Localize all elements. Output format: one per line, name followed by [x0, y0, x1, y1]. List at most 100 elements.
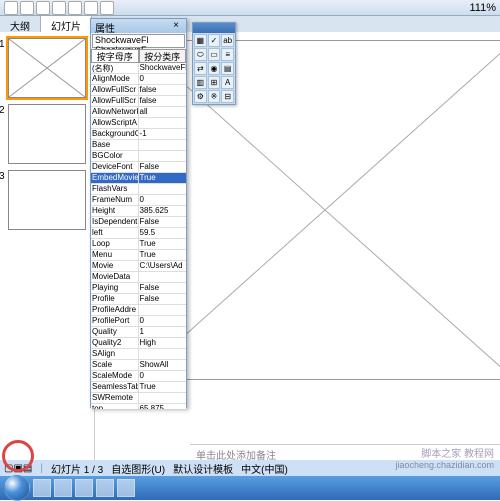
taskbar-icon[interactable]: [33, 479, 51, 497]
object-selector[interactable]: ShockwaveFl ShockwaveF: [92, 34, 185, 48]
property-value[interactable]: True: [139, 382, 187, 392]
control-button[interactable]: A: [221, 76, 234, 89]
close-icon[interactable]: ×: [170, 20, 182, 32]
property-row[interactable]: PlayingFalse: [91, 283, 186, 294]
taskbar-icon[interactable]: [96, 479, 114, 497]
property-value[interactable]: True: [139, 173, 187, 183]
property-row[interactable]: SAlign: [91, 349, 186, 360]
control-button[interactable]: ▥: [194, 76, 207, 89]
property-value[interactable]: [139, 118, 187, 128]
property-value[interactable]: 59.5: [139, 228, 187, 238]
property-value[interactable]: False: [139, 283, 187, 293]
property-value[interactable]: all: [139, 107, 187, 117]
tab-alphabetic[interactable]: 按字母序: [91, 49, 139, 63]
taskbar-icon[interactable]: [75, 479, 93, 497]
property-row[interactable]: ProfileAddre: [91, 305, 186, 316]
control-button[interactable]: ※: [208, 90, 221, 103]
property-row[interactable]: AllowScriptA: [91, 118, 186, 129]
property-row[interactable]: MenuTrue: [91, 250, 186, 261]
property-row[interactable]: (名称)ShockwaveFl: [91, 63, 186, 74]
property-row[interactable]: Height385.625: [91, 206, 186, 217]
property-value[interactable]: 0: [139, 195, 187, 205]
control-button[interactable]: ◉: [208, 62, 221, 75]
property-value[interactable]: -1: [139, 129, 187, 139]
property-row[interactable]: Quality2High: [91, 338, 186, 349]
property-value[interactable]: ShockwaveFl: [139, 63, 187, 73]
property-value[interactable]: 0: [139, 371, 187, 381]
control-button[interactable]: ⇄: [194, 62, 207, 75]
language[interactable]: 中文(中国): [241, 461, 288, 476]
control-toolbox[interactable]: ▦ ✓ ab ⬭ ▭ ≡ ⇄ ◉ ▤ ▥ ⊞ A ⚙ ※ ⊟: [192, 22, 236, 105]
property-value[interactable]: [139, 393, 187, 403]
property-row[interactable]: AllowFullScrfalse: [91, 96, 186, 107]
property-row[interactable]: AllowNetworkall: [91, 107, 186, 118]
thumbnail-2[interactable]: 2: [8, 104, 86, 164]
property-row[interactable]: SeamlessTabbTrue: [91, 382, 186, 393]
property-value[interactable]: 0: [139, 316, 187, 326]
property-row[interactable]: Base: [91, 140, 186, 151]
property-value[interactable]: C:\Users\Ad: [139, 261, 187, 271]
tab-outline[interactable]: 大纲: [0, 16, 41, 32]
control-button[interactable]: ⬭: [194, 48, 207, 61]
tool-icon[interactable]: [52, 1, 66, 15]
tab-slides[interactable]: 幻灯片: [41, 16, 92, 32]
tab-categorized[interactable]: 按分类序: [139, 49, 187, 63]
view-buttons[interactable]: ▢▣▤: [4, 463, 32, 474]
property-value[interactable]: False: [139, 162, 187, 172]
property-value[interactable]: ShowAll: [139, 360, 187, 370]
property-value[interactable]: [139, 349, 187, 359]
property-row[interactable]: LoopTrue: [91, 239, 186, 250]
property-row[interactable]: MovieC:\Users\Ad: [91, 261, 186, 272]
property-row[interactable]: ScaleMode0: [91, 371, 186, 382]
tool-icon[interactable]: [84, 1, 98, 15]
properties-grid[interactable]: (名称)ShockwaveFlAlignMode0AllowFullScrfal…: [91, 63, 186, 409]
properties-panel[interactable]: 属性 × ShockwaveFl ShockwaveF 按字母序 按分类序 (名…: [90, 18, 187, 408]
control-button[interactable]: ≡: [221, 48, 234, 61]
control-button[interactable]: ⊟: [221, 90, 234, 103]
tool-icon[interactable]: [100, 1, 114, 15]
property-row[interactable]: ProfileFalse: [91, 294, 186, 305]
property-row[interactable]: left59.5: [91, 228, 186, 239]
property-value[interactable]: [139, 184, 187, 194]
property-value[interactable]: True: [139, 239, 187, 249]
property-value[interactable]: false: [139, 96, 187, 106]
property-row[interactable]: BGColor: [91, 151, 186, 162]
start-button[interactable]: [4, 475, 30, 501]
property-value[interactable]: 0: [139, 74, 187, 84]
property-value[interactable]: 65.875: [139, 404, 187, 409]
property-value[interactable]: [139, 151, 187, 161]
property-value[interactable]: [139, 305, 187, 315]
control-button[interactable]: ✓: [208, 34, 221, 47]
control-button[interactable]: ▦: [194, 34, 207, 47]
property-row[interactable]: AlignMode0: [91, 74, 186, 85]
property-value[interactable]: [139, 272, 187, 282]
control-button[interactable]: ⊞: [208, 76, 221, 89]
windows-taskbar[interactable]: [0, 476, 500, 500]
property-value[interactable]: False: [139, 294, 187, 304]
control-button[interactable]: ▭: [208, 48, 221, 61]
zoom-level[interactable]: 111%: [469, 2, 496, 14]
taskbar-icon[interactable]: [54, 479, 72, 497]
property-value[interactable]: 385.625: [139, 206, 187, 216]
autoshape-menu[interactable]: 自选图形(U): [111, 461, 165, 476]
property-value[interactable]: False: [139, 217, 187, 227]
tool-icon[interactable]: [4, 1, 18, 15]
property-row[interactable]: ProfilePort0: [91, 316, 186, 327]
property-row[interactable]: SWRemote: [91, 393, 186, 404]
properties-titlebar[interactable]: 属性 ×: [91, 19, 186, 33]
control-button[interactable]: ab: [221, 34, 234, 47]
property-value[interactable]: 1: [139, 327, 187, 337]
property-row[interactable]: MovieData: [91, 272, 186, 283]
property-row[interactable]: FlashVars: [91, 184, 186, 195]
property-row[interactable]: AllowFullScrfalse: [91, 85, 186, 96]
property-row[interactable]: BackgroundCo-1: [91, 129, 186, 140]
property-row[interactable]: ScaleShowAll: [91, 360, 186, 371]
slide-object[interactable]: [135, 40, 500, 380]
toolbox-titlebar[interactable]: [193, 23, 235, 33]
tool-icon[interactable]: [20, 1, 34, 15]
property-row[interactable]: IsDependentFalse: [91, 217, 186, 228]
property-value[interactable]: [139, 140, 187, 150]
control-button[interactable]: ▤: [221, 62, 234, 75]
property-row[interactable]: DeviceFontFalse: [91, 162, 186, 173]
thumbnail-1[interactable]: 1: [8, 38, 86, 98]
